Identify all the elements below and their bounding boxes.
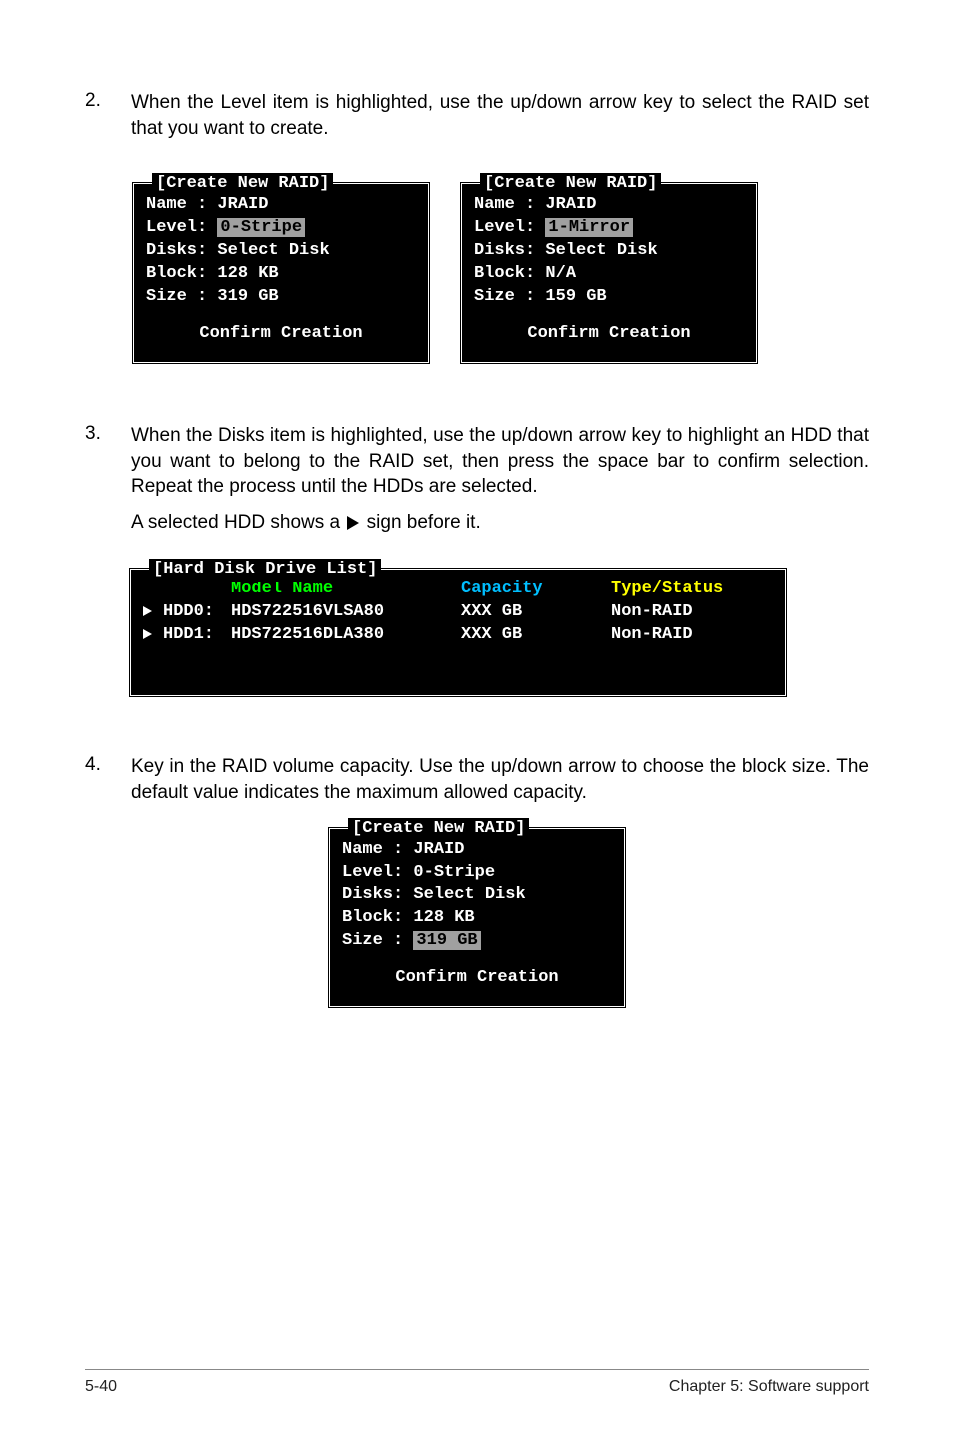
header-type: Type/Status	[611, 578, 773, 601]
header-capacity: Capacity	[461, 578, 611, 601]
name-label: Name :	[474, 195, 535, 214]
block-value: 128 KB	[217, 264, 278, 283]
disks-value: Select Disk	[217, 241, 329, 260]
create-raid-mirror-panel: [Create New RAID] Name : JRAID Level: 1-…	[459, 181, 759, 365]
page-footer: 5-40 Chapter 5: Software support	[85, 1369, 869, 1396]
block-value: N/A	[545, 264, 576, 283]
level-value-highlighted[interactable]: 1-Mirror	[545, 218, 633, 237]
step-number: 2.	[85, 90, 131, 141]
block-value: 128 KB	[413, 908, 474, 927]
drive-type: Non-RAID	[611, 624, 773, 647]
step-note: A selected HDD shows a sign before it.	[131, 510, 869, 536]
step-text: When the Disks item is highlighted, use …	[131, 425, 869, 497]
level-value: 0-Stripe	[413, 863, 495, 882]
drive-row[interactable]: HDD0: HDS722516VLSA80 XXX GB Non-RAID	[143, 601, 773, 624]
hard-disk-drive-list-panel: [Hard Disk Drive List] Model Name Capaci…	[128, 567, 788, 698]
confirm-creation-button[interactable]: Confirm Creation	[342, 967, 612, 990]
triangle-icon	[347, 516, 359, 530]
level-value-highlighted[interactable]: 0-Stripe	[217, 218, 305, 237]
level-label: Level:	[146, 218, 207, 237]
step-text: Key in the RAID volume capacity. Use the…	[131, 754, 869, 805]
block-label: Block:	[474, 264, 535, 283]
block-label: Block:	[146, 264, 207, 283]
drive-slot: HDD1:	[163, 624, 231, 647]
drive-type: Non-RAID	[611, 601, 773, 624]
step-3: 3. When the Disks item is highlighted, u…	[85, 423, 869, 536]
disks-label: Disks:	[474, 241, 535, 260]
panel-title: [Create New RAID]	[480, 173, 661, 196]
block-label: Block:	[342, 908, 403, 927]
panel-title: [Hard Disk Drive List]	[149, 559, 381, 582]
drive-model: HDS722516VLSA80	[231, 601, 461, 624]
chapter-label: Chapter 5: Software support	[669, 1378, 869, 1396]
name-label: Name :	[342, 840, 403, 859]
page-number: 5-40	[85, 1378, 117, 1396]
name-value: JRAID	[413, 840, 464, 859]
name-value: JRAID	[545, 195, 596, 214]
level-label: Level:	[342, 863, 403, 882]
create-raid-size-panel: [Create New RAID] Name : JRAID Level: 0-…	[327, 826, 627, 1010]
drive-model: HDS722516DLA380	[231, 624, 461, 647]
selected-marker-icon	[143, 629, 152, 639]
disks-value: Select Disk	[545, 241, 657, 260]
size-label: Size :	[474, 287, 535, 306]
panel-title: [Create New RAID]	[348, 818, 529, 841]
size-label: Size :	[342, 931, 403, 950]
selected-marker-icon	[143, 606, 152, 616]
step-number: 4.	[85, 754, 131, 805]
drive-capacity: XXX GB	[461, 624, 611, 647]
create-raid-stripe-panel: [Create New RAID] Name : JRAID Level: 0-…	[131, 181, 431, 365]
step-4: 4. Key in the RAID volume capacity. Use …	[85, 754, 869, 805]
disks-label: Disks:	[342, 885, 403, 904]
step-text: When the Level item is highlighted, use …	[131, 90, 869, 141]
name-label: Name :	[146, 195, 207, 214]
level-label: Level:	[474, 218, 535, 237]
name-value: JRAID	[217, 195, 268, 214]
size-label: Size :	[146, 287, 207, 306]
panel-title: [Create New RAID]	[152, 173, 333, 196]
disks-value: Select Disk	[413, 885, 525, 904]
disks-label: Disks:	[146, 241, 207, 260]
confirm-creation-button[interactable]: Confirm Creation	[474, 323, 744, 346]
drive-slot: HDD0:	[163, 601, 231, 624]
step-number: 3.	[85, 423, 131, 536]
size-value: 159 GB	[545, 287, 606, 306]
size-value: 319 GB	[217, 287, 278, 306]
drive-capacity: XXX GB	[461, 601, 611, 624]
size-value-highlighted[interactable]: 319 GB	[413, 931, 480, 950]
step-2: 2. When the Level item is highlighted, u…	[85, 90, 869, 141]
drive-row[interactable]: HDD1: HDS722516DLA380 XXX GB Non-RAID	[143, 624, 773, 647]
confirm-creation-button[interactable]: Confirm Creation	[146, 323, 416, 346]
